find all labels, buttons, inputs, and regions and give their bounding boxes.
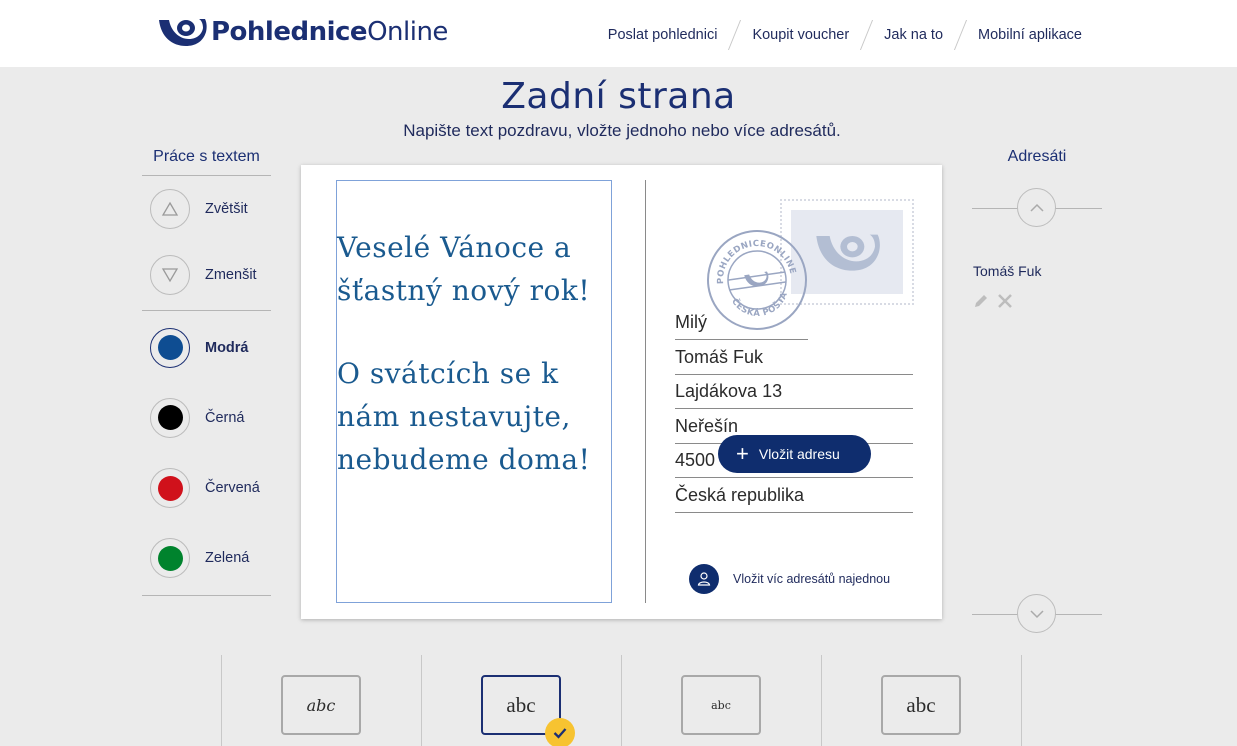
color-blue-label: Modrá [205,339,249,356]
add-multiple-recipients-link[interactable]: Vložit víc adresátů najednou [689,564,890,594]
font-option: abc [621,655,821,746]
recipients-panel: Adresáti [972,146,1102,634]
color-green-label: Zelená [205,550,250,566]
svg-text:POHLEDNICEONLINE: POHLEDNICEONLINE [711,234,798,286]
insert-address-label: Vložit adresu [758,446,840,462]
font-option-small[interactable]: abc [681,675,761,735]
logo[interactable]: PohledniceOnline [157,17,448,47]
color-red-swatch [150,468,190,508]
recipients-scroll-up [972,188,1102,228]
address-country[interactable]: Česká republika [675,479,913,513]
address-greeting[interactable]: Milý [675,306,808,340]
logo-text-light: Online [367,17,448,47]
color-green-option[interactable]: Zelená [142,523,271,593]
font-option: abc [421,655,621,746]
color-red-option[interactable]: Červená [142,453,271,523]
color-black-option[interactable]: Černá [142,382,271,453]
nav-mobile-app[interactable]: Mobilní aplikace [978,21,1082,49]
postmark-top-text: POHLEDNICEONLINE [711,234,798,286]
font-option-serif-plain[interactable]: abc [881,675,961,735]
enlarge-circle [150,189,190,229]
font-sample: abc [506,692,536,717]
recipient-item[interactable]: Tomáš Fuk [973,263,1041,279]
add-multiple-recipients-label: Vložit víc adresátů najednou [733,572,891,586]
insert-address-button[interactable]: + Vložit adresu [718,435,871,473]
font-sample: abc [711,698,731,712]
shrink-text-button[interactable]: Zmenšit [142,242,271,308]
nav-separator [728,20,742,50]
scroll-down-button[interactable] [1017,594,1056,633]
text-tools-panel: Práce s textem Zvětšit Zmenšit Modrá Čer… [142,146,271,598]
header: PohledniceOnline Poslat pohlednici Koupi… [0,0,1237,67]
font-sample: abc [306,695,336,715]
logo-text-bold: Pohlednice [211,17,368,47]
user-icon [689,564,719,594]
nav-buy-voucher[interactable]: Koupit voucher [752,21,849,49]
shrink-label: Zmenšit [205,267,257,283]
address-name[interactable]: Tomáš Fuk [675,341,913,375]
color-blue-option[interactable]: Modrá [142,313,271,382]
tools-divider [142,595,271,596]
nav-how-to[interactable]: Jak na to [884,21,943,49]
postcard-back: Veselé Vánoce a šťastný nový rok! O svát… [301,165,942,619]
color-black-swatch [150,397,190,438]
page-subtitle: Napište text pozdravu, vložte jednoho ne… [403,121,841,140]
recipients-title: Adresáti [1007,148,1067,165]
font-selector: abc abc abc abc [221,655,1022,746]
color-black-label: Černá [205,409,245,426]
text-tools-title: Práce s textem [142,146,271,176]
shrink-circle [150,255,190,295]
pencil-icon[interactable] [972,292,990,310]
font-option: abc [221,655,421,746]
selected-check-icon [545,718,575,746]
chevron-down-icon [1029,609,1044,618]
post-horn-icon [816,234,880,271]
enlarge-label: Zvětšit [205,201,248,217]
address-street[interactable]: Lajdákova 13 [675,375,913,409]
chevron-up-icon [1029,203,1044,212]
message-line: O svátcích se k nám nestavujte, nebudeme… [337,357,591,476]
main-nav: Poslat pohlednici Koupit voucher Jak na … [608,20,1082,50]
page-title: Zadní strana [501,76,736,117]
plus-icon: + [736,441,749,466]
color-blue-swatch [150,327,190,368]
message-text-area[interactable]: Veselé Vánoce a šťastný nový rok! O svát… [336,180,612,603]
font-option: abc [821,655,1022,746]
enlarge-text-button[interactable]: Zvětšit [142,176,271,242]
tools-divider [142,310,271,311]
nav-separator [953,20,968,50]
message-line: Veselé Vánoce a šťastný nový rok! [337,231,591,307]
font-sample: abc [906,692,936,717]
triangle-up-icon [161,201,179,216]
recipients-scroll-down [972,594,1102,634]
color-green-swatch [150,538,190,578]
scroll-up-button[interactable] [1017,188,1056,227]
card-divider [645,180,646,603]
nav-separator [860,20,874,50]
font-option-script[interactable]: abc [281,675,361,735]
nav-send-postcard[interactable]: Poslat pohlednici [608,21,718,49]
triangle-down-icon [161,268,179,283]
close-icon[interactable] [996,292,1014,310]
recipient-actions [972,292,1014,310]
post-horn-logo-icon [159,19,207,46]
color-red-label: Červená [205,480,260,496]
